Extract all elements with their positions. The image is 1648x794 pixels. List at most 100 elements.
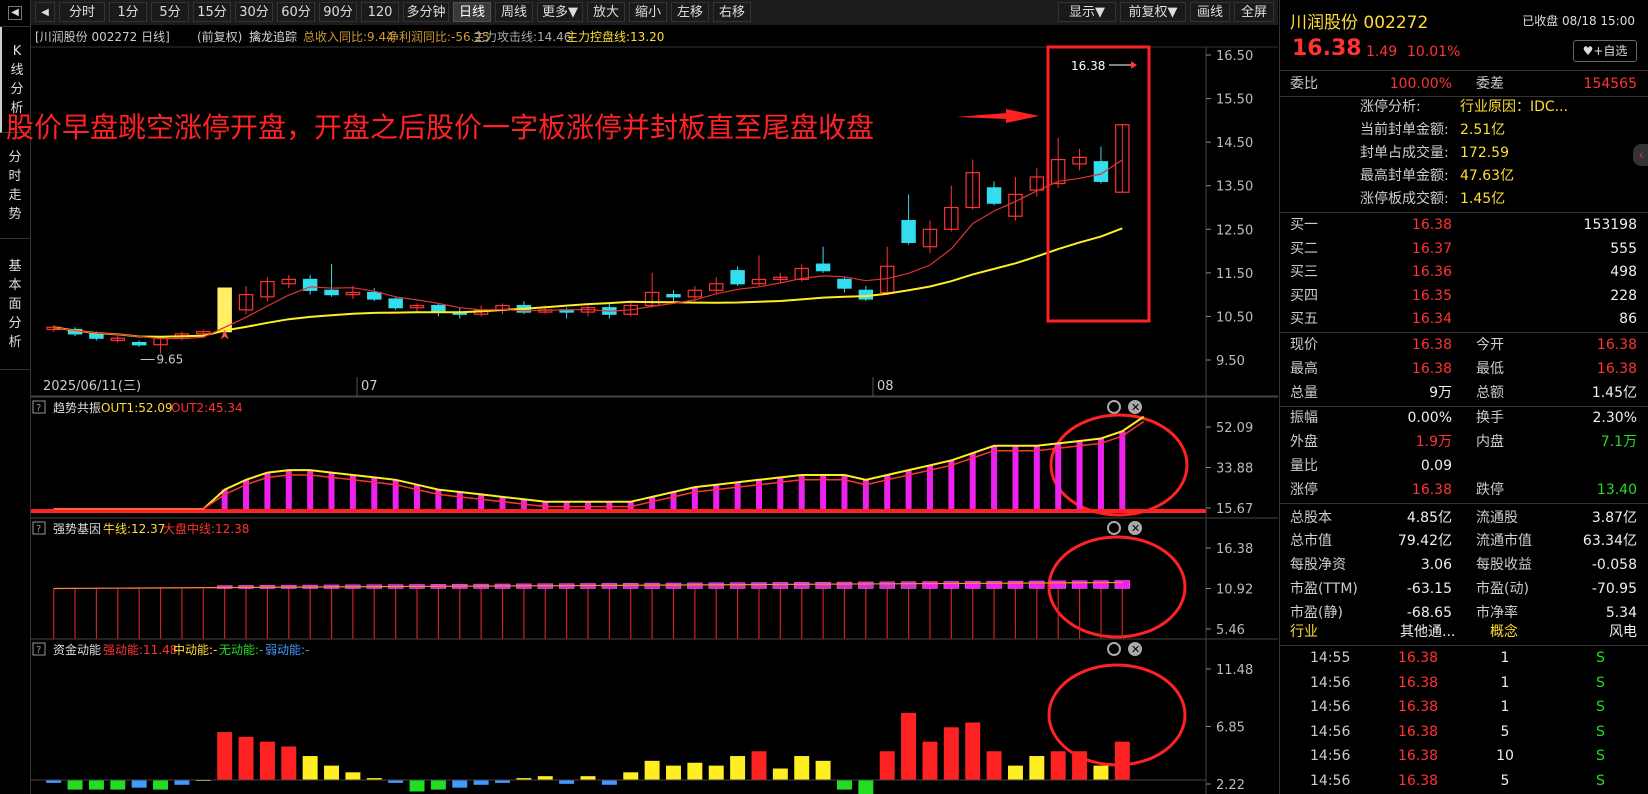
gene-bar [858, 581, 874, 589]
trade-volume: 1 [1500, 650, 1510, 666]
limit-info-value: 47.63亿 [1460, 168, 1515, 184]
period-button-1[interactable]: 1分 [109, 2, 147, 22]
trade-side: S [1596, 699, 1605, 715]
stat-value: 63.34亿 [1582, 533, 1637, 550]
toolbar-right-button-0[interactable]: 显示▼ [1058, 2, 1116, 22]
momentum-bar [110, 780, 126, 790]
trade-volume: 10 [1496, 748, 1514, 764]
period-button-13[interactable]: 缩小 [629, 2, 667, 22]
candle-body [367, 291, 382, 300]
expand-panel-button[interactable]: ‹ [1633, 144, 1648, 166]
indicator-tick-label: 11.48 [1216, 663, 1253, 678]
baseline-bar [31, 509, 1206, 513]
help-icon-glyph: ? [36, 524, 41, 535]
indicator-tick-label: 5.46 [1216, 623, 1245, 638]
period-button-11[interactable]: 更多▼ [537, 2, 583, 22]
gene-bar [729, 582, 746, 589]
toolbar-right-button-3[interactable]: 全屏 [1234, 2, 1274, 22]
heart-icon: ♥ [1582, 44, 1594, 58]
trade-price: 16.38 [1398, 650, 1439, 666]
momentum-bar [1007, 765, 1023, 780]
bid-volume: 86 [1619, 311, 1637, 327]
resonance-bar [991, 445, 998, 509]
trade-side: S [1596, 674, 1605, 691]
toolbar-right-button-2[interactable]: 画线 [1190, 2, 1230, 22]
momentum-bar [601, 780, 617, 785]
momentum-bar [580, 776, 596, 780]
period-button-9[interactable]: 日线 [453, 2, 491, 22]
indicator-tick-label: 2.22 [1216, 778, 1245, 793]
trade-time: 14:56 [1310, 748, 1351, 764]
bid-price: 16.36 [1411, 264, 1452, 280]
period-button-4[interactable]: 30分 [235, 2, 273, 22]
period-button-14[interactable]: 左移 [671, 2, 709, 22]
candle-body [131, 341, 147, 346]
trade-volume: 5 [1500, 772, 1510, 789]
bid-volume: 228 [1610, 287, 1637, 304]
header-stock: [川润股份 002272 日线] [35, 30, 170, 44]
period-button-12[interactable]: 放大 [587, 2, 625, 22]
gene-bar [1093, 580, 1109, 589]
stat-label: 振幅 [1290, 410, 1318, 427]
gene-bar [751, 582, 767, 589]
resonance-bar [414, 484, 421, 509]
current-price: 16.38 [1292, 36, 1362, 61]
resonance-bar [456, 491, 463, 509]
trade-time: 14:56 [1310, 723, 1351, 740]
period-button-5[interactable]: 60分 [277, 2, 315, 22]
collapse-button[interactable]: ◀ [0, 0, 30, 27]
stat-label: 最高 [1290, 360, 1318, 377]
period-button-6[interactable]: 90分 [319, 2, 357, 22]
toolbar-right-button-1[interactable]: 前复权▼ [1120, 2, 1186, 22]
concept-value: 风电 [1609, 624, 1637, 640]
stat-label: 总量 [1290, 384, 1318, 401]
stat-value: 7.1万 [1600, 434, 1637, 451]
resonance-bar [542, 501, 549, 509]
period-button-10[interactable]: 周线 [495, 2, 533, 22]
stat-value: 16.38 [1596, 360, 1637, 377]
trade-price: 16.38 [1398, 674, 1439, 691]
tab-fundamentals[interactable]: 基本面分析 [0, 239, 30, 370]
momentum-bar [623, 772, 639, 780]
gene-bar [879, 581, 895, 589]
stat-label: 最低 [1476, 360, 1504, 377]
momentum-bar [131, 780, 147, 788]
momentum-bar [409, 780, 425, 792]
trade-price: 16.38 [1398, 723, 1439, 740]
gene-bar [964, 581, 981, 589]
weicha-label: 委差 [1476, 76, 1504, 92]
stat-value: 13.40 [1596, 481, 1637, 498]
add-favorite-button[interactable]: ♥+自选 [1573, 40, 1637, 62]
tab-intraday[interactable]: 分时走势 [0, 133, 30, 239]
resonance-bar [713, 484, 720, 509]
stat-value: 16.38 [1411, 337, 1452, 353]
resonance-bar [969, 453, 976, 509]
period-button-3[interactable]: 15分 [193, 2, 231, 22]
indicator-header: 牛线:12.37 [103, 521, 165, 536]
momentum-bar [324, 765, 340, 780]
momentum-bar [730, 756, 746, 780]
stat-value: 9万 [1429, 384, 1452, 401]
stat-value: -0.058 [1591, 557, 1637, 574]
chevron-left-icon[interactable]: ◀ [35, 2, 55, 22]
period-button-8[interactable]: 多分钟 [403, 2, 449, 22]
divider [1280, 502, 1648, 504]
weicha-value: 154565 [1583, 76, 1637, 92]
candle-body [89, 333, 104, 339]
gene-bar [836, 581, 853, 589]
indicator-tick-label: 10.92 [1216, 583, 1253, 598]
bid-price: 16.34 [1411, 311, 1452, 327]
period-button-15[interactable]: 右移 [713, 2, 751, 22]
period-button-2[interactable]: 5分 [151, 2, 189, 22]
stat-label: 跌停 [1476, 481, 1504, 498]
bid-level-label: 买四 [1290, 287, 1318, 304]
period-button-7[interactable]: 120分 [361, 2, 399, 40]
trade-side: S [1596, 650, 1605, 666]
gene-bar [1050, 580, 1066, 589]
candle-body [324, 289, 339, 296]
date-label: 08 [877, 379, 894, 394]
limit-info-label: 涨停板成交额: [1360, 191, 1449, 207]
stat-value: 1.45亿 [1591, 384, 1637, 401]
period-button-0[interactable]: 分时 [59, 2, 105, 22]
stat-value: 1.9万 [1415, 434, 1452, 451]
